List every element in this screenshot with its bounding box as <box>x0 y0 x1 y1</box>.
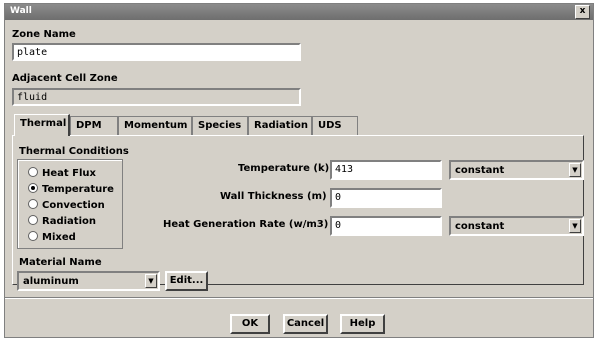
tab-radiation[interactable]: Radiation <box>248 116 312 135</box>
temperature-method-value: constant <box>455 165 505 176</box>
radio-heat-flux[interactable]: Heat Flux <box>28 167 96 179</box>
adjacent-cell-zone-label: Adjacent Cell Zone <box>12 73 118 84</box>
radio-button-icon <box>28 231 38 241</box>
close-icon[interactable]: x <box>575 5 590 19</box>
heat-generation-input[interactable]: 0 <box>330 216 442 236</box>
temperature-input[interactable]: 413 <box>330 160 442 180</box>
divider <box>5 297 593 299</box>
radio-radiation[interactable]: Radiation <box>28 215 96 227</box>
radio-label: Radiation <box>42 216 96 227</box>
wall-thickness-label: Wall Thickness (m) <box>220 191 327 202</box>
material-name-label: Material Name <box>19 257 102 268</box>
chevron-down-icon[interactable]: ▼ <box>145 274 157 288</box>
ok-button[interactable]: OK <box>230 314 270 334</box>
temperature-label: Temperature (k) <box>238 163 330 174</box>
temperature-method-select[interactable]: constant ▼ <box>449 160 584 180</box>
radio-button-icon <box>28 167 38 177</box>
chevron-down-icon[interactable]: ▼ <box>569 163 581 177</box>
help-button[interactable]: Help <box>340 314 385 334</box>
heat-generation-label: Heat Generation Rate (w/m3) <box>163 219 329 230</box>
radio-button-icon <box>28 215 38 225</box>
radio-label: Convection <box>42 200 105 211</box>
radio-label: Temperature <box>42 184 114 195</box>
zone-name-input[interactable]: plate <box>12 43 301 61</box>
material-name-select[interactable]: aluminum ▼ <box>17 271 160 291</box>
heat-generation-method-select[interactable]: constant ▼ <box>449 216 584 236</box>
tab-momentum[interactable]: Momentum <box>118 116 192 135</box>
radio-button-icon <box>28 199 38 209</box>
adjacent-cell-zone-field: fluid <box>12 88 301 106</box>
radio-temperature[interactable]: Temperature <box>28 183 114 195</box>
zone-name-label: Zone Name <box>12 29 76 40</box>
tab-uds[interactable]: UDS <box>312 116 358 135</box>
heat-generation-method-value: constant <box>455 221 505 232</box>
thermal-conditions-label: Thermal Conditions <box>19 146 129 157</box>
radio-button-selected-icon <box>28 183 38 193</box>
edit-material-button[interactable]: Edit... <box>165 271 208 291</box>
window-title: Wall <box>10 6 32 16</box>
tab-thermal[interactable]: Thermal <box>14 114 70 136</box>
wall-thickness-input[interactable]: 0 <box>330 188 442 208</box>
chevron-down-icon[interactable]: ▼ <box>569 219 581 233</box>
radio-label: Mixed <box>42 232 76 243</box>
tab-species[interactable]: Species <box>192 116 248 135</box>
title-bar[interactable]: Wall x <box>5 4 593 20</box>
material-name-value: aluminum <box>23 276 79 287</box>
radio-mixed[interactable]: Mixed <box>28 231 76 243</box>
radio-label: Heat Flux <box>42 168 96 179</box>
radio-convection[interactable]: Convection <box>28 199 105 211</box>
cancel-button[interactable]: Cancel <box>283 314 328 334</box>
tab-dpm[interactable]: DPM <box>70 116 118 135</box>
